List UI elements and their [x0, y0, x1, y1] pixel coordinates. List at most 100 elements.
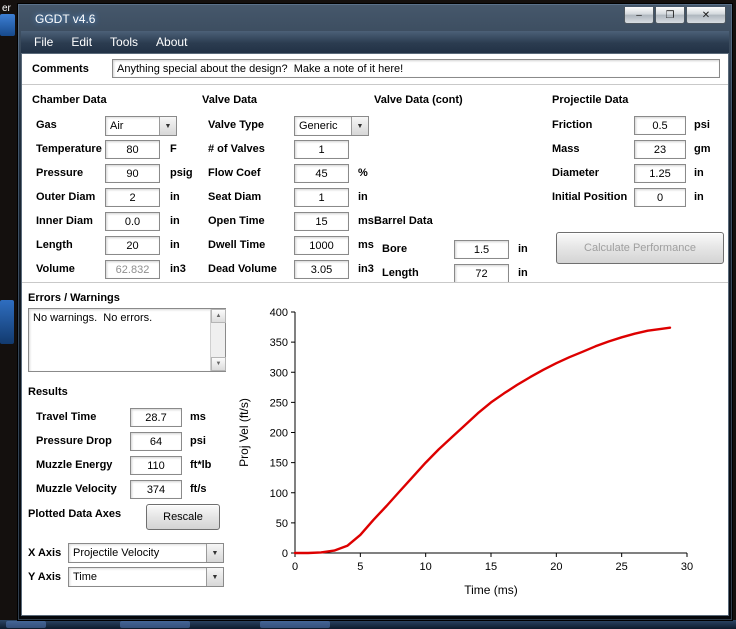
diameter-label: Diameter [552, 167, 599, 179]
chevron-down-icon[interactable]: ▼ [206, 544, 223, 562]
bore-input[interactable] [454, 240, 509, 259]
temperature-unit: F [170, 143, 177, 155]
diameter-input[interactable] [634, 164, 686, 183]
y-axis-title: Proj Vel (ft/s) [237, 398, 251, 467]
diameter-unit: in [694, 167, 704, 179]
muzzle-velocity-unit: ft/s [190, 483, 207, 495]
chevron-down-icon[interactable]: ▼ [206, 568, 223, 586]
pressure-unit: psig [170, 167, 193, 179]
errors-text: No warnings. No errors. [33, 312, 207, 324]
num-valves-label: # of Valves [208, 143, 265, 155]
outer-diam-unit: in [170, 191, 180, 203]
temperature-input[interactable] [105, 140, 160, 159]
y-tick-label: 50 [276, 518, 288, 530]
inner-diam-input[interactable] [105, 212, 160, 231]
pressure-input[interactable] [105, 164, 160, 183]
y-tick-label: 400 [270, 307, 288, 319]
gas-value: Air [110, 120, 123, 132]
friction-input[interactable] [634, 116, 686, 135]
desktop-icon [0, 300, 14, 344]
open-time-input[interactable] [294, 212, 349, 231]
chevron-down-icon[interactable]: ▼ [351, 117, 368, 135]
x-tick-label: 0 [292, 561, 298, 573]
menu-edit[interactable]: Edit [62, 31, 101, 53]
errors-warnings-header: Errors / Warnings [28, 292, 120, 304]
listbox-scrollbar[interactable]: ▲ ▼ [210, 309, 225, 371]
y-axis-select[interactable]: Time ▼ [68, 567, 224, 587]
menu-file[interactable]: File [25, 31, 62, 53]
comments-input[interactable] [112, 59, 720, 78]
menu-tools[interactable]: Tools [101, 31, 147, 53]
x-tick-label: 25 [616, 561, 628, 573]
plotted-data-axes-header: Plotted Data Axes [28, 508, 121, 520]
minimize-button[interactable]: – [624, 7, 654, 24]
maximize-button[interactable]: ❐ [655, 7, 685, 24]
gas-select[interactable]: Air ▼ [105, 116, 177, 136]
scroll-down-icon[interactable]: ▼ [211, 357, 226, 371]
projectile-data-header: Projectile Data [552, 94, 628, 106]
x-axis-select[interactable]: Projectile Velocity ▼ [68, 543, 224, 563]
close-button[interactable]: ✕ [686, 7, 726, 24]
errors-listbox[interactable]: No warnings. No errors. ▲ ▼ [28, 308, 226, 372]
desktop-icon [0, 14, 15, 36]
scroll-up-icon[interactable]: ▲ [211, 309, 226, 323]
barrel-data-header: Barrel Data [374, 215, 433, 227]
initial-position-label: Initial Position [552, 191, 627, 203]
muzzle-velocity-value [130, 480, 182, 499]
valve-type-value: Generic [299, 120, 338, 132]
flow-coef-input[interactable] [294, 164, 349, 183]
friction-label: Friction [552, 119, 592, 131]
dead-volume-label: Dead Volume [208, 263, 277, 275]
chevron-down-icon[interactable]: ▼ [159, 117, 176, 135]
taskbar-item [6, 621, 46, 628]
comments-label: Comments [32, 63, 89, 75]
muzzle-energy-label: Muzzle Energy [36, 459, 112, 471]
taskbar[interactable] [0, 620, 736, 629]
taskbar-item [120, 621, 190, 628]
menu-about[interactable]: About [147, 31, 196, 53]
velocity-chart: 050100150200250300350400051015202530Time… [234, 296, 729, 612]
close-icon: ✕ [702, 10, 710, 21]
x-tick-label: 5 [357, 561, 363, 573]
outer-diam-label: Outer Diam [36, 191, 95, 203]
x-axis-label: X Axis [28, 547, 61, 559]
y-tick-label: 250 [270, 397, 288, 409]
chamber-length-unit: in [170, 239, 180, 251]
x-tick-label: 20 [550, 561, 562, 573]
outer-diam-input[interactable] [105, 188, 160, 207]
x-tick-label: 15 [485, 561, 497, 573]
y-tick-label: 100 [270, 488, 288, 500]
desktop-icon-label-fragment: er [2, 3, 11, 14]
bore-unit: in [518, 243, 528, 255]
x-axis-value: Projectile Velocity [73, 547, 159, 559]
y-tick-label: 300 [270, 367, 288, 379]
travel-time-label: Travel Time [36, 411, 96, 423]
caption-buttons: – ❐ ✕ [624, 7, 726, 24]
gas-label: Gas [36, 119, 57, 131]
initial-position-input[interactable] [634, 188, 686, 207]
initial-position-unit: in [694, 191, 704, 203]
chamber-data-header: Chamber Data [32, 94, 107, 106]
barrel-length-label: Length [382, 267, 419, 279]
mass-input[interactable] [634, 140, 686, 159]
y-axis-label: Y Axis [28, 571, 61, 583]
temperature-label: Temperature [36, 143, 102, 155]
window-title: GGDT v4.6 [35, 12, 95, 26]
chamber-length-input[interactable] [105, 236, 160, 255]
title-bar[interactable]: GGDT v4.6 – ❐ ✕ [21, 7, 729, 31]
calculate-performance-button[interactable]: Calculate Performance [556, 232, 724, 264]
rescale-button[interactable]: Rescale [146, 504, 220, 530]
inner-diam-unit: in [170, 215, 180, 227]
valve-type-select[interactable]: Generic ▼ [294, 116, 369, 136]
barrel-length-input[interactable] [454, 264, 509, 283]
seat-diam-input[interactable] [294, 188, 349, 207]
volume-unit: in3 [170, 263, 186, 275]
dead-volume-input[interactable] [294, 260, 349, 279]
seat-diam-unit: in [358, 191, 368, 203]
open-time-unit: ms [358, 215, 374, 227]
y-tick-label: 0 [282, 548, 288, 560]
dwell-time-input[interactable] [294, 236, 349, 255]
num-valves-input[interactable] [294, 140, 349, 159]
mass-unit: gm [694, 143, 711, 155]
x-tick-label: 30 [681, 561, 693, 573]
